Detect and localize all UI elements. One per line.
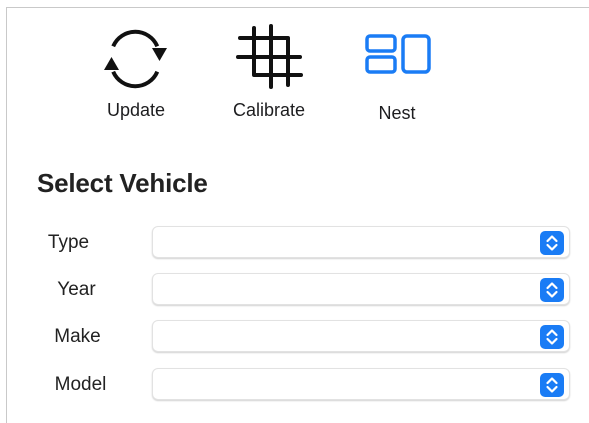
chevron-up-down-icon[interactable] (540, 231, 564, 255)
calibrate-label: Calibrate (232, 100, 306, 120)
vehicle-type-row: Type (0, 226, 589, 260)
type-select[interactable] (152, 226, 570, 258)
type-label: Type (47, 232, 90, 253)
chevron-up-down-icon[interactable] (540, 325, 564, 349)
nest-layout-icon (352, 24, 442, 94)
vehicle-year-row: Year (0, 273, 589, 307)
update-label: Update (106, 100, 166, 120)
vehicle-make-row: Make (0, 320, 589, 354)
nest-button[interactable]: Nest (352, 24, 442, 134)
make-label: Make (54, 326, 101, 347)
chevron-up-down-icon[interactable] (540, 373, 564, 397)
update-button[interactable]: Update (91, 24, 181, 134)
model-label: Model (54, 374, 107, 395)
vehicle-model-row: Model (0, 368, 589, 402)
nest-label: Nest (378, 103, 416, 123)
make-select[interactable] (152, 320, 570, 352)
model-select[interactable] (152, 368, 570, 400)
chevron-up-down-icon[interactable] (540, 278, 564, 302)
refresh-icon (91, 24, 181, 94)
crop-icon (224, 24, 314, 94)
panel-top-border (6, 7, 589, 8)
panel-left-border (6, 7, 7, 423)
section-title: Select Vehicle (37, 168, 208, 198)
year-label: Year (57, 279, 96, 300)
calibrate-button[interactable]: Calibrate (224, 24, 314, 134)
year-select[interactable] (152, 273, 570, 305)
